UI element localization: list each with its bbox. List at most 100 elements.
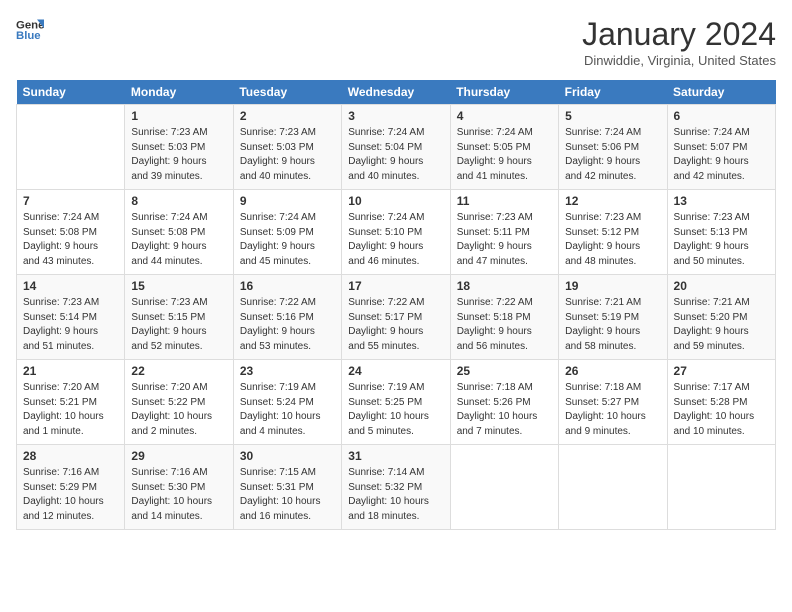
day-cell	[667, 445, 775, 530]
day-cell: 30Sunrise: 7:15 AM Sunset: 5:31 PM Dayli…	[233, 445, 341, 530]
day-info: Sunrise: 7:22 AM Sunset: 5:17 PM Dayligh…	[348, 296, 443, 354]
day-info: Sunrise: 7:23 AM Sunset: 5:14 PM Dayligh…	[23, 296, 118, 354]
day-info: Sunrise: 7:24 AM Sunset: 5:08 PM Dayligh…	[131, 211, 226, 269]
day-cell	[450, 445, 558, 530]
calendar-body: 1 Sunrise: 7:23 AM Sunset: 5:03 PM Daylig…	[17, 105, 776, 530]
title-block: January 2024 Dinwiddie, Virginia, United…	[582, 16, 776, 68]
day-cell: 13 Sunrise: 7:23 AM Sunset: 5:13 PM Dayli…	[667, 190, 775, 275]
day-number: 6	[674, 109, 769, 123]
day-info: Sunrise: 7:23 AM Sunset: 5:11 PM Dayligh…	[457, 211, 552, 269]
day-cell: 23 Sunrise: 7:19 AM Sunset: 5:24 PM Dayli…	[233, 360, 341, 445]
day-cell: 9 Sunrise: 7:24 AM Sunset: 5:09 PM Daylig…	[233, 190, 341, 275]
day-info: Sunrise: 7:22 AM Sunset: 5:18 PM Dayligh…	[457, 296, 552, 354]
day-number: 11	[457, 194, 552, 208]
header-cell-monday: Monday	[125, 80, 233, 105]
day-cell: 27 Sunrise: 7:17 AM Sunset: 5:28 PM Dayli…	[667, 360, 775, 445]
calendar-table: SundayMondayTuesdayWednesdayThursdayFrid…	[16, 80, 776, 530]
day-number: 26	[565, 364, 660, 378]
week-row-1: 7Sunrise: 7:24 AM Sunset: 5:08 PM Daylig…	[17, 190, 776, 275]
day-cell: 18 Sunrise: 7:22 AM Sunset: 5:18 PM Dayli…	[450, 275, 558, 360]
day-cell: 11 Sunrise: 7:23 AM Sunset: 5:11 PM Dayli…	[450, 190, 558, 275]
day-info: Sunrise: 7:24 AM Sunset: 5:04 PM Dayligh…	[348, 126, 443, 184]
day-info: Sunrise: 7:18 AM Sunset: 5:26 PM Dayligh…	[457, 381, 552, 439]
day-number: 9	[240, 194, 335, 208]
day-info: Sunrise: 7:20 AM Sunset: 5:22 PM Dayligh…	[131, 381, 226, 439]
day-number: 8	[131, 194, 226, 208]
day-cell: 7Sunrise: 7:24 AM Sunset: 5:08 PM Daylig…	[17, 190, 125, 275]
day-number: 3	[348, 109, 443, 123]
day-info: Sunrise: 7:16 AM Sunset: 5:29 PM Dayligh…	[23, 466, 118, 524]
header-cell-thursday: Thursday	[450, 80, 558, 105]
day-number: 18	[457, 279, 552, 293]
logo-icon: General Blue	[16, 16, 44, 44]
day-cell: 1 Sunrise: 7:23 AM Sunset: 5:03 PM Daylig…	[125, 105, 233, 190]
day-info: Sunrise: 7:19 AM Sunset: 5:24 PM Dayligh…	[240, 381, 335, 439]
day-number: 27	[674, 364, 769, 378]
day-number: 10	[348, 194, 443, 208]
day-number: 20	[674, 279, 769, 293]
day-number: 16	[240, 279, 335, 293]
day-cell: 22 Sunrise: 7:20 AM Sunset: 5:22 PM Dayli…	[125, 360, 233, 445]
day-info: Sunrise: 7:17 AM Sunset: 5:28 PM Dayligh…	[674, 381, 769, 439]
day-number: 21	[23, 364, 118, 378]
day-info: Sunrise: 7:21 AM Sunset: 5:20 PM Dayligh…	[674, 296, 769, 354]
day-info: Sunrise: 7:24 AM Sunset: 5:05 PM Dayligh…	[457, 126, 552, 184]
day-cell: 25 Sunrise: 7:18 AM Sunset: 5:26 PM Dayli…	[450, 360, 558, 445]
day-number: 24	[348, 364, 443, 378]
day-cell: 14 Sunrise: 7:23 AM Sunset: 5:14 PM Dayli…	[17, 275, 125, 360]
day-info: Sunrise: 7:24 AM Sunset: 5:09 PM Dayligh…	[240, 211, 335, 269]
day-info: Sunrise: 7:24 AM Sunset: 5:07 PM Dayligh…	[674, 126, 769, 184]
day-cell: 21Sunrise: 7:20 AM Sunset: 5:21 PM Dayli…	[17, 360, 125, 445]
month-title: January 2024	[582, 16, 776, 53]
day-number: 4	[457, 109, 552, 123]
day-info: Sunrise: 7:19 AM Sunset: 5:25 PM Dayligh…	[348, 381, 443, 439]
day-number: 25	[457, 364, 552, 378]
day-info: Sunrise: 7:24 AM Sunset: 5:06 PM Dayligh…	[565, 126, 660, 184]
week-row-2: 14 Sunrise: 7:23 AM Sunset: 5:14 PM Dayli…	[17, 275, 776, 360]
day-number: 22	[131, 364, 226, 378]
day-cell: 6 Sunrise: 7:24 AM Sunset: 5:07 PM Daylig…	[667, 105, 775, 190]
day-cell: 4 Sunrise: 7:24 AM Sunset: 5:05 PM Daylig…	[450, 105, 558, 190]
day-number: 31	[348, 449, 443, 463]
day-info: Sunrise: 7:15 AM Sunset: 5:31 PM Dayligh…	[240, 466, 335, 524]
day-number: 14	[23, 279, 118, 293]
page-header: General Blue January 2024 Dinwiddie, Vir…	[16, 16, 776, 68]
location: Dinwiddie, Virginia, United States	[582, 53, 776, 68]
day-number: 17	[348, 279, 443, 293]
day-cell	[559, 445, 667, 530]
day-cell: 2Sunrise: 7:23 AM Sunset: 5:03 PM Daylig…	[233, 105, 341, 190]
day-info: Sunrise: 7:21 AM Sunset: 5:19 PM Dayligh…	[565, 296, 660, 354]
day-cell: 15Sunrise: 7:23 AM Sunset: 5:15 PM Dayli…	[125, 275, 233, 360]
day-cell: 28 Sunrise: 7:16 AM Sunset: 5:29 PM Dayli…	[17, 445, 125, 530]
day-info: Sunrise: 7:23 AM Sunset: 5:03 PM Dayligh…	[131, 126, 226, 184]
header-cell-saturday: Saturday	[667, 80, 775, 105]
day-number: 12	[565, 194, 660, 208]
day-number: 29	[131, 449, 226, 463]
header-cell-sunday: Sunday	[17, 80, 125, 105]
day-info: Sunrise: 7:22 AM Sunset: 5:16 PM Dayligh…	[240, 296, 335, 354]
svg-text:Blue: Blue	[16, 30, 41, 42]
header-cell-tuesday: Tuesday	[233, 80, 341, 105]
day-cell: 29 Sunrise: 7:16 AM Sunset: 5:30 PM Dayli…	[125, 445, 233, 530]
logo: General Blue	[16, 16, 44, 44]
day-number: 23	[240, 364, 335, 378]
week-row-3: 21Sunrise: 7:20 AM Sunset: 5:21 PM Dayli…	[17, 360, 776, 445]
week-row-0: 1 Sunrise: 7:23 AM Sunset: 5:03 PM Daylig…	[17, 105, 776, 190]
day-number: 28	[23, 449, 118, 463]
day-info: Sunrise: 7:16 AM Sunset: 5:30 PM Dayligh…	[131, 466, 226, 524]
day-cell: 19Sunrise: 7:21 AM Sunset: 5:19 PM Dayli…	[559, 275, 667, 360]
day-cell: 8 Sunrise: 7:24 AM Sunset: 5:08 PM Daylig…	[125, 190, 233, 275]
day-number: 13	[674, 194, 769, 208]
calendar-header: SundayMondayTuesdayWednesdayThursdayFrid…	[17, 80, 776, 105]
day-info: Sunrise: 7:24 AM Sunset: 5:10 PM Dayligh…	[348, 211, 443, 269]
day-cell	[17, 105, 125, 190]
header-cell-wednesday: Wednesday	[342, 80, 450, 105]
day-number: 1	[131, 109, 226, 123]
day-cell: 20 Sunrise: 7:21 AM Sunset: 5:20 PM Dayli…	[667, 275, 775, 360]
day-cell: 17 Sunrise: 7:22 AM Sunset: 5:17 PM Dayli…	[342, 275, 450, 360]
week-row-4: 28 Sunrise: 7:16 AM Sunset: 5:29 PM Dayli…	[17, 445, 776, 530]
day-info: Sunrise: 7:18 AM Sunset: 5:27 PM Dayligh…	[565, 381, 660, 439]
day-number: 5	[565, 109, 660, 123]
day-cell: 3 Sunrise: 7:24 AM Sunset: 5:04 PM Daylig…	[342, 105, 450, 190]
day-info: Sunrise: 7:23 AM Sunset: 5:13 PM Dayligh…	[674, 211, 769, 269]
